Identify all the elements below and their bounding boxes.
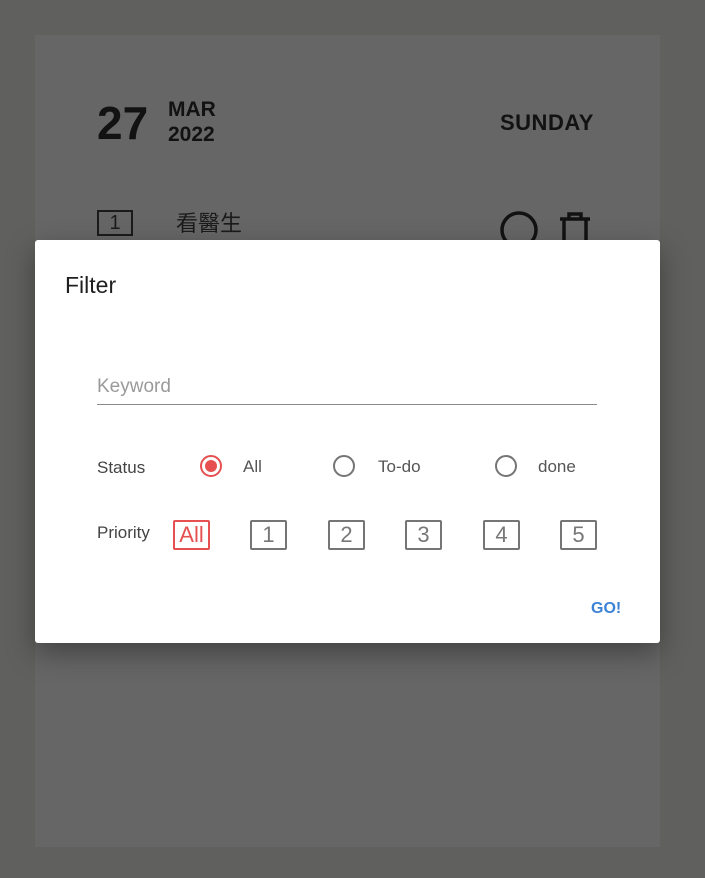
priority-label: Priority <box>97 523 150 542</box>
priority-option-all[interactable]: All <box>173 520 210 550</box>
status-radio-todo[interactable] <box>333 455 355 477</box>
dialog-title: Filter <box>65 272 117 298</box>
status-option-all[interactable]: All <box>243 457 262 477</box>
priority-option-1[interactable]: 1 <box>250 520 287 550</box>
status-option-done[interactable]: done <box>538 457 576 477</box>
status-option-todo[interactable]: To-do <box>378 457 421 477</box>
status-label: Status <box>97 458 146 477</box>
priority-option-4[interactable]: 4 <box>483 520 520 550</box>
date-day: 27 <box>97 97 149 149</box>
go-button[interactable]: GO! <box>591 600 621 618</box>
priority-option-3[interactable]: 3 <box>405 520 442 550</box>
status-radio-done[interactable] <box>495 455 517 477</box>
weekday-label: SUNDAY <box>500 110 594 135</box>
priority-option-2[interactable]: 2 <box>328 520 365 550</box>
filter-dialog: Filter Status All To-do done Priority Al… <box>35 240 660 643</box>
status-radio-all[interactable] <box>200 455 222 477</box>
task-text[interactable]: 看醫生 <box>176 206 242 238</box>
priority-option-5[interactable]: 5 <box>560 520 597 550</box>
keyword-input[interactable] <box>97 370 597 405</box>
date-month: MAR <box>168 98 216 121</box>
task-priority-badge: 1 <box>97 210 133 236</box>
date-year: 2022 <box>168 123 215 146</box>
